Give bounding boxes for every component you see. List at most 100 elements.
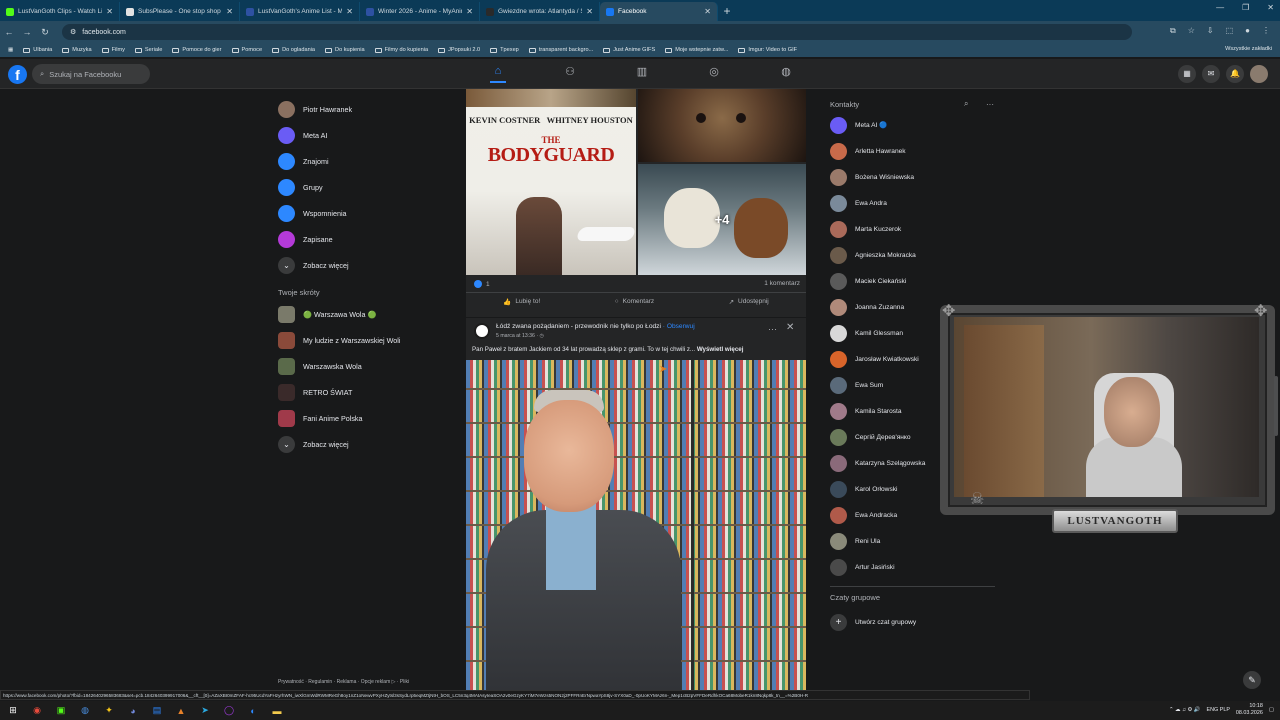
bookmark-item[interactable]: Do ogladania bbox=[272, 47, 315, 53]
sidebar-item[interactable]: Grupy bbox=[278, 174, 448, 200]
download-icon[interactable]: ⇩ bbox=[1207, 26, 1214, 36]
page-avatar[interactable] bbox=[474, 323, 490, 339]
minimize-icon[interactable]: — bbox=[1216, 3, 1224, 12]
marketplace-icon[interactable]: ▥ bbox=[634, 65, 650, 83]
contacts-options-icon[interactable]: ··· bbox=[986, 100, 994, 109]
language-indicator[interactable]: ENG PLP bbox=[1207, 707, 1230, 713]
friends-icon[interactable]: ⚇ bbox=[562, 65, 578, 83]
comments-count[interactable]: 1 komentarz bbox=[764, 280, 800, 287]
bookmark-item[interactable]: JPopsuki 2.0 bbox=[438, 47, 480, 53]
contact-item[interactable]: Meta AI 🔵 bbox=[830, 112, 995, 138]
tab-close-icon[interactable]: ✕ bbox=[346, 7, 353, 16]
menu-grid-icon[interactable]: ▦ bbox=[1178, 65, 1196, 83]
tab-close-icon[interactable]: ✕ bbox=[226, 7, 233, 16]
like-button[interactable]: 👍 Lubię to! bbox=[503, 298, 540, 306]
contact-item[interactable]: Marta Kuczerok bbox=[830, 216, 995, 242]
notifications-icon[interactable]: 🔔 bbox=[1226, 65, 1244, 83]
gaming-icon[interactable]: ◍ bbox=[778, 65, 794, 83]
back-icon[interactable]: ← bbox=[0, 27, 18, 37]
sidebar-item[interactable]: Meta AI bbox=[278, 122, 448, 148]
search-input[interactable]: ⌕ Szukaj na Facebooku bbox=[32, 64, 150, 84]
bookmark-item[interactable]: Seriale bbox=[134, 47, 162, 53]
contact-item[interactable]: Artur Jasiński bbox=[830, 554, 995, 580]
footer-links[interactable]: Prywatność · Regulamin · Reklama · Opcje… bbox=[278, 679, 409, 685]
browser-tab[interactable]: LustVanGoth Clips - Watch Liv ✕ bbox=[0, 2, 120, 21]
contact-item[interactable]: Ewa Andra bbox=[830, 190, 995, 216]
tab-close-icon[interactable]: ✕ bbox=[704, 7, 711, 16]
bookmark-item[interactable]: Do kupienia bbox=[325, 47, 365, 53]
forward-icon[interactable]: → bbox=[18, 27, 36, 37]
contact-item[interactable]: Reni Ula bbox=[830, 528, 995, 554]
share-button[interactable]: ↗ Udostępnij bbox=[729, 298, 769, 306]
browser-tab[interactable]: LustVanGoth's Anime List - My ✕ bbox=[240, 2, 360, 21]
bookmark-item[interactable]: Just Anime GIFS bbox=[603, 47, 655, 53]
contact-item[interactable]: Bożena Wiśniewska bbox=[830, 164, 995, 190]
bookmark-item[interactable]: Imgur: Video to GIF bbox=[738, 47, 797, 53]
start-icon[interactable]: ⊞ bbox=[4, 703, 22, 718]
et-photo[interactable] bbox=[638, 89, 806, 162]
post-page-title[interactable]: Łódź zwana pożądaniem - przewodnik nie t… bbox=[496, 323, 695, 330]
maximize-icon[interactable]: ❐ bbox=[1242, 3, 1249, 12]
kick-icon[interactable]: ▣ bbox=[52, 703, 70, 718]
vlc-icon[interactable]: ▲ bbox=[172, 703, 190, 718]
folder-icon[interactable]: ▬ bbox=[268, 703, 286, 718]
bodyguard-poster-image[interactable]: KEVIN COSTNER WHITNEY HOUSTON THE BODYGU… bbox=[466, 89, 636, 275]
comment-button[interactable]: ○ Komentarz bbox=[615, 298, 654, 305]
clock[interactable]: 10:18 08.03.2026 bbox=[1236, 703, 1263, 717]
groups-icon[interactable]: ◎ bbox=[706, 65, 722, 83]
sidebar-item[interactable]: Piotr Hawranek bbox=[278, 96, 448, 122]
contact-item[interactable]: Maciek Ciekański bbox=[830, 268, 995, 294]
shortcut-item[interactable]: RETRO ŚWIAT bbox=[278, 379, 448, 405]
profile-icon[interactable]: ● bbox=[1245, 26, 1250, 36]
shortcut-item[interactable]: Fani Anime Polska bbox=[278, 405, 448, 431]
profile-avatar[interactable] bbox=[1250, 65, 1268, 83]
bookmark-item[interactable]: Pomoce do gier bbox=[172, 47, 222, 53]
page-name[interactable]: Łódź zwana pożądaniem - przewodnik nie t… bbox=[496, 323, 661, 330]
page-scrollbar[interactable] bbox=[1274, 376, 1278, 436]
search-contacts-icon[interactable]: ⌕ bbox=[964, 99, 968, 109]
steam-icon[interactable]: ◐ bbox=[244, 703, 262, 718]
bookmark-item[interactable]: Ulbania bbox=[23, 47, 52, 53]
discord-icon[interactable]: ◕ bbox=[124, 703, 142, 718]
extensions-icon[interactable]: ⬚ bbox=[1226, 26, 1234, 36]
site-info-icon[interactable]: ⚙ bbox=[70, 28, 76, 36]
shortcut-item[interactable]: My ludzie z Warszawskiej Woli bbox=[278, 327, 448, 353]
bookmark-item[interactable]: transparent backgro... bbox=[528, 47, 593, 53]
address-bar[interactable]: ⚙ facebook.com bbox=[62, 24, 1132, 40]
game-shop-photo[interactable]: ➤ bbox=[466, 360, 806, 699]
messenger-icon[interactable]: ✉ bbox=[1202, 65, 1220, 83]
sidebar-item[interactable]: Zapisane bbox=[278, 226, 448, 252]
obs-icon[interactable]: ◯ bbox=[220, 703, 238, 718]
sidebar-item[interactable]: Znajomi bbox=[278, 148, 448, 174]
app-icon[interactable]: ✦ bbox=[100, 703, 118, 718]
install-icon[interactable]: ⧉ bbox=[1170, 26, 1176, 36]
browser-tab[interactable]: SubsPlease - One stop shop fo ✕ bbox=[120, 2, 240, 21]
apps-icon[interactable]: ▦ bbox=[8, 47, 13, 53]
calculator-icon[interactable]: ▤ bbox=[148, 703, 166, 718]
new-tab-icon[interactable]: + bbox=[718, 2, 736, 21]
menu-icon[interactable]: ⋮ bbox=[1262, 26, 1270, 36]
browser-tab[interactable]: Facebook ✕ bbox=[600, 2, 718, 21]
contact-item[interactable]: Agnieszka Mokracka bbox=[830, 242, 995, 268]
facebook-logo-icon[interactable]: f bbox=[8, 65, 27, 84]
shortcut-item[interactable]: ⌄ Zobacz więcej bbox=[278, 431, 448, 457]
reload-icon[interactable]: ↻ bbox=[36, 27, 54, 38]
post-date[interactable]: 5 marca at 13:36 · ◷ bbox=[496, 333, 544, 339]
bookmark-item[interactable]: Muzyka bbox=[62, 47, 92, 53]
close-icon[interactable]: ✕ bbox=[786, 322, 794, 333]
notification-center-icon[interactable]: ▢ bbox=[1269, 707, 1274, 713]
shortcut-item[interactable]: 🟢 Warszawa Wola 🟢 bbox=[278, 301, 448, 327]
create-group-chat-button[interactable]: + Utwórz czat grupowy bbox=[830, 609, 995, 635]
sidebar-item[interactable]: Wspomnienia bbox=[278, 200, 448, 226]
follow-link[interactable]: · Obserwuj bbox=[663, 323, 695, 330]
home-icon[interactable]: ⌂ bbox=[490, 65, 506, 83]
bookmark-item[interactable]: Tpexep bbox=[490, 47, 519, 53]
contact-item[interactable]: Arletta Hawranek bbox=[830, 138, 995, 164]
more-options-icon[interactable]: ··· bbox=[768, 324, 777, 334]
bookmark-item[interactable]: Filmy do kupienia bbox=[374, 47, 428, 53]
telegram-icon[interactable]: ➤ bbox=[196, 703, 214, 718]
bookmark-item[interactable]: Filmy bbox=[101, 47, 125, 53]
sidebar-item[interactable]: ⌄ Zobacz więcej bbox=[278, 252, 448, 278]
browser-icon[interactable]: ◍ bbox=[76, 703, 94, 718]
close-window-icon[interactable]: ✕ bbox=[1267, 3, 1274, 12]
